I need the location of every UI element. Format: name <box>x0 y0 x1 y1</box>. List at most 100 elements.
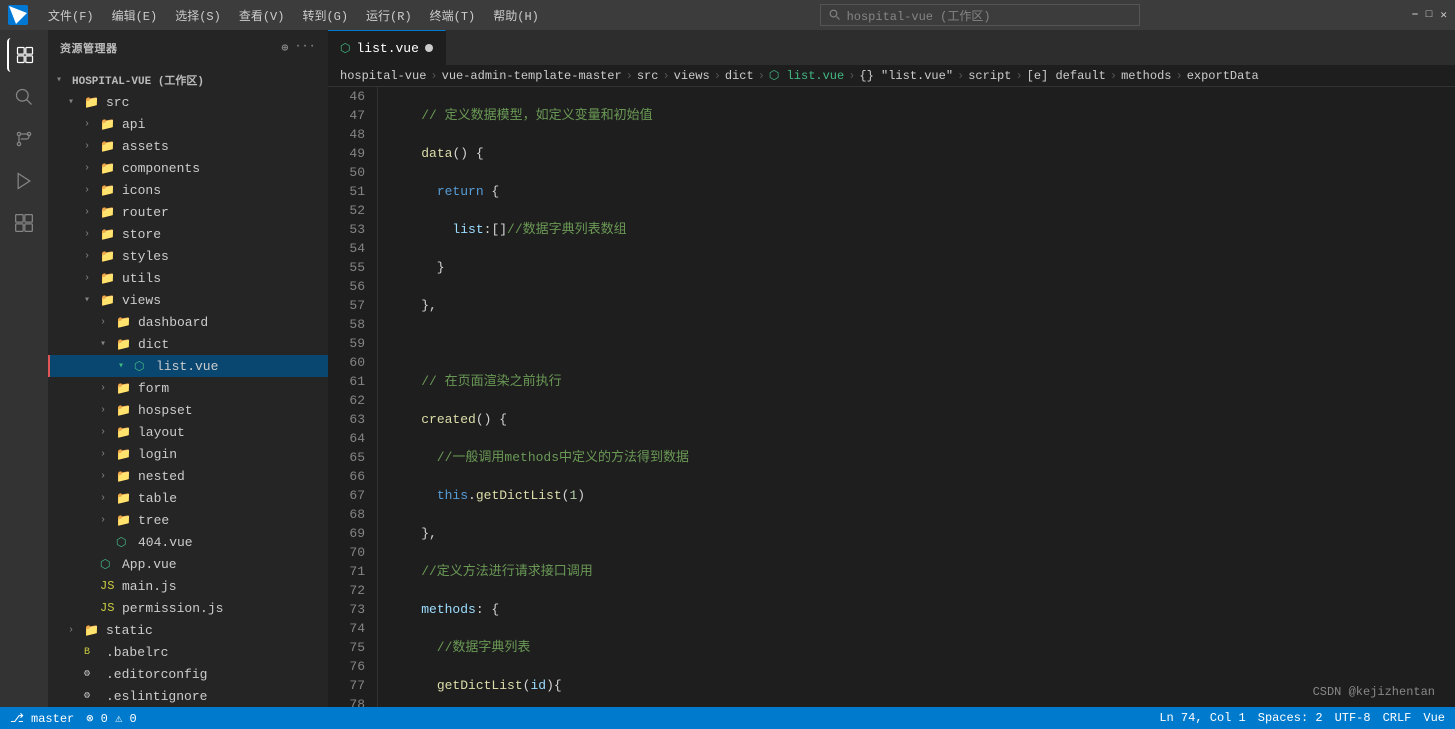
menu-help[interactable]: 帮助(H) <box>485 5 547 26</box>
folder-icon: 📁 <box>84 95 102 110</box>
sidebar-item-hospset[interactable]: › 📁 hospset <box>48 399 328 421</box>
breadcrumb-methods[interactable]: methods <box>1121 69 1171 83</box>
sidebar-item-nested[interactable]: › 📁 nested <box>48 465 328 487</box>
watermark: CSDN @kejizhentan <box>1313 685 1435 699</box>
sidebar-tree: ▾ HOSPITAL-VUE (工作区) ▾ 📁 src › 📁 api › 📁… <box>48 65 328 707</box>
sidebar-item-static[interactable]: › 📁 static <box>48 619 328 641</box>
tree-label: tree <box>138 513 169 528</box>
search-activity-icon[interactable] <box>7 80 41 114</box>
sidebar-item-permission-js[interactable]: › JS permission.js <box>48 597 328 619</box>
sidebar-item-views[interactable]: ▾ 📁 views <box>48 289 328 311</box>
status-line-ending[interactable]: CRLF <box>1383 711 1412 725</box>
status-encoding[interactable]: UTF-8 <box>1335 711 1371 725</box>
sidebar-header: 资源管理器 ⊕ ··· <box>48 30 328 65</box>
line-55: //一般调用methods中定义的方法得到数据 <box>390 448 1455 467</box>
sidebar-item-assets[interactable]: › 📁 assets <box>48 135 328 157</box>
menu-edit[interactable]: 编辑(E) <box>104 5 166 26</box>
sidebar-item-table[interactable]: › 📁 table <box>48 487 328 509</box>
sidebar-item-utils[interactable]: › 📁 utils <box>48 267 328 289</box>
status-language[interactable]: Vue <box>1423 711 1445 725</box>
sidebar-item-list-vue[interactable]: ▾ ⬡ list.vue <box>48 355 328 377</box>
sidebar-item-editorconfig[interactable]: › ⚙ .editorconfig <box>48 663 328 685</box>
more-options-icon[interactable]: ··· <box>295 41 316 55</box>
folder-icon: 📁 <box>116 513 134 528</box>
status-errors[interactable]: ⊗ 0 ⚠ 0 <box>86 711 136 726</box>
sidebar-item-components[interactable]: › 📁 components <box>48 157 328 179</box>
line-54: created() { <box>390 410 1455 429</box>
menu-select[interactable]: 选择(S) <box>167 5 229 26</box>
code-container[interactable]: 46 47 48 49 50 51 52 53 54 55 56 57 58 5… <box>328 87 1455 707</box>
menu-bar: 文件(F) 编辑(E) 选择(S) 查看(V) 转到(G) 运行(R) 终端(T… <box>40 5 547 26</box>
folder-icon: 📁 <box>116 491 134 506</box>
breadcrumb-views[interactable]: views <box>674 69 710 83</box>
chevron-down-icon: ▾ <box>56 74 72 86</box>
sidebar-item-tree[interactable]: › 📁 tree <box>48 509 328 531</box>
breadcrumb-default[interactable]: [e] default <box>1027 69 1106 83</box>
menu-terminal[interactable]: 终端(T) <box>422 5 484 26</box>
sidebar-item-404[interactable]: › ⬡ 404.vue <box>48 531 328 553</box>
sidebar-item-dashboard[interactable]: › 📁 dashboard <box>48 311 328 333</box>
form-label: form <box>138 381 169 396</box>
nested-label: nested <box>138 469 185 484</box>
workspace-root[interactable]: ▾ HOSPITAL-VUE (工作区) <box>48 69 328 91</box>
explorer-icon[interactable] <box>7 38 41 72</box>
new-file-icon[interactable]: ⊕ <box>282 41 289 55</box>
sidebar-item-layout[interactable]: › 📁 layout <box>48 421 328 443</box>
sidebar-title: 资源管理器 <box>60 40 118 56</box>
breadcrumb-src[interactable]: src <box>637 69 659 83</box>
debug-icon[interactable] <box>7 164 41 198</box>
activity-bar <box>0 30 48 707</box>
breadcrumb-script[interactable]: script <box>968 69 1011 83</box>
sidebar-item-store[interactable]: › 📁 store <box>48 223 328 245</box>
extensions-icon[interactable] <box>7 206 41 240</box>
source-control-icon[interactable] <box>7 122 41 156</box>
breadcrumb-exportdata[interactable]: exportData <box>1187 69 1259 83</box>
sidebar-item-form[interactable]: › 📁 form <box>48 377 328 399</box>
line-51: }, <box>390 296 1455 315</box>
folder-icon: 📁 <box>100 227 118 242</box>
permission-js-label: permission.js <box>122 601 223 616</box>
folder-icon: 📁 <box>100 117 118 132</box>
folder-icon: 📁 <box>84 623 102 638</box>
breadcrumb-template[interactable]: vue-admin-template-master <box>442 69 622 83</box>
breadcrumb-list-vue[interactable]: ⬡ list.vue <box>769 68 844 83</box>
menu-goto[interactable]: 转到(G) <box>294 5 356 26</box>
eslint-icon: ⚙ <box>84 690 102 702</box>
folder-icon: 📁 <box>116 447 134 462</box>
folder-icon: 📁 <box>116 337 134 352</box>
sidebar-item-main-js[interactable]: › JS main.js <box>48 575 328 597</box>
status-spaces[interactable]: Spaces: 2 <box>1258 711 1323 725</box>
folder-icon: 📁 <box>100 183 118 198</box>
tab-list-vue[interactable]: ⬡ list.vue <box>328 30 446 65</box>
sidebar-item-src[interactable]: ▾ 📁 src <box>48 91 328 113</box>
vue-file-icon-app: ⬡ <box>100 557 118 572</box>
layout-label: layout <box>138 425 185 440</box>
sidebar-item-login[interactable]: › 📁 login <box>48 443 328 465</box>
styles-label: styles <box>122 249 169 264</box>
line-48: return { <box>390 182 1455 201</box>
breadcrumb-json[interactable]: {} "list.vue" <box>859 69 953 83</box>
sidebar-item-eslintignore[interactable]: › ⚙ .eslintignore <box>48 685 328 707</box>
sidebar-item-dict[interactable]: ▾ 📁 dict <box>48 333 328 355</box>
sidebar-item-router[interactable]: › 📁 router <box>48 201 328 223</box>
table-label: table <box>138 491 177 506</box>
menu-file[interactable]: 文件(F) <box>40 5 102 26</box>
sidebar-item-app-vue[interactable]: › ⬡ App.vue <box>48 553 328 575</box>
status-ln-col[interactable]: Ln 74, Col 1 <box>1159 711 1245 725</box>
status-branch[interactable]: ⎇ master <box>10 711 74 726</box>
hospset-label: hospset <box>138 403 193 418</box>
code-editor[interactable]: // 定义数据模型，如定义变量和初始值 data() { return { li… <box>378 87 1455 707</box>
search-box[interactable]: hospital-vue (工作区) <box>820 4 1140 26</box>
menu-run[interactable]: 运行(R) <box>358 5 420 26</box>
line-53: // 在页面渲染之前执行 <box>390 372 1455 391</box>
sidebar-item-api[interactable]: › 📁 api <box>48 113 328 135</box>
sidebar-item-icons[interactable]: › 📁 icons <box>48 179 328 201</box>
folder-icon: 📁 <box>116 425 134 440</box>
menu-view[interactable]: 查看(V) <box>231 5 293 26</box>
folder-icon: 📁 <box>100 139 118 154</box>
sidebar-item-babelrc[interactable]: › B .babelrc <box>48 641 328 663</box>
tab-modified-dot <box>425 44 433 52</box>
sidebar-item-styles[interactable]: › 📁 styles <box>48 245 328 267</box>
breadcrumb-dict[interactable]: dict <box>725 69 754 83</box>
breadcrumb-hospital[interactable]: hospital-vue <box>340 69 426 83</box>
